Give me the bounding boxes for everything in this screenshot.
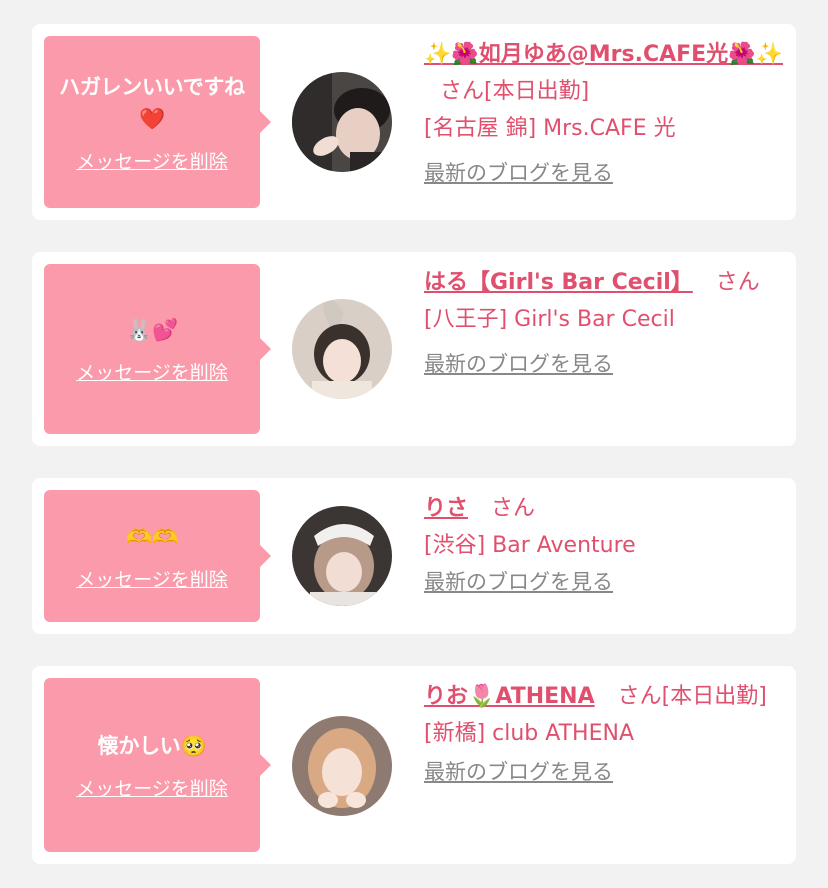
message-text: 🫶🫶 (126, 524, 178, 549)
delete-message-link[interactable]: メッセージを削除 (76, 565, 228, 592)
shop-name: [新橋] club ATHENA (424, 721, 634, 746)
cast-info: りお🌷ATHENA さん[本日出勤] [新橋] club ATHENA 最新のブ… (424, 678, 784, 791)
avatar[interactable] (292, 506, 392, 606)
work-status: [本日出勤] (661, 684, 767, 709)
shop-name: [渋谷] Bar Aventure (424, 533, 636, 558)
message-card: ハガレンいいですね❤️ メッセージを削除 ✨🌺如月ゆあ@Mrs.CAFE光🌺✨ … (32, 24, 796, 220)
honorific: さん (715, 270, 760, 295)
message-card: 懐かしい🥺 メッセージを削除 りお🌷ATHENA さん[本日出勤] [新橋] c… (32, 666, 796, 864)
latest-blog-link[interactable]: 最新のブログを見る (424, 161, 613, 185)
message-text: ハガレンいいですね❤️ (59, 74, 245, 131)
cast-name-link[interactable]: ✨🌺如月ゆあ@Mrs.CAFE光🌺✨ (424, 42, 783, 67)
cast-info: りさ さん [渋谷] Bar Aventure 最新のブログを見る (424, 490, 784, 601)
latest-blog-link[interactable]: 最新のブログを見る (424, 570, 613, 594)
cast-name-link[interactable]: りさ (424, 496, 468, 521)
delete-message-link[interactable]: メッセージを削除 (76, 358, 228, 385)
message-text: 懐かしい🥺 (97, 733, 207, 758)
shop-name: [八王子] Girl's Bar Cecil (424, 307, 675, 332)
latest-blog-link[interactable]: 最新のブログを見る (424, 760, 613, 784)
message-bubble: ハガレンいいですね❤️ メッセージを削除 (44, 36, 271, 208)
cast-info: ✨🌺如月ゆあ@Mrs.CAFE光🌺✨ さん[本日出勤] [名古屋 錦] Mrs.… (424, 36, 784, 192)
message-text: 🐰💕 (126, 317, 178, 342)
avatar[interactable] (292, 716, 392, 816)
message-bubble: 懐かしい🥺 メッセージを削除 (44, 678, 271, 852)
delete-message-link[interactable]: メッセージを削除 (76, 147, 228, 174)
message-card: 🫶🫶 メッセージを削除 りさ さん [渋谷] Bar Aventure 最新のブ… (32, 478, 796, 634)
message-bubble: 🫶🫶 メッセージを削除 (44, 490, 271, 622)
honorific: さん (617, 684, 662, 709)
work-status: [本日出勤] (484, 79, 590, 104)
cast-name-link[interactable]: はる【Girl's Bar Cecil】 (424, 270, 693, 295)
cast-name-link[interactable]: りお🌷ATHENA (424, 684, 595, 709)
avatar[interactable] (292, 299, 392, 399)
latest-blog-link[interactable]: 最新のブログを見る (424, 352, 613, 376)
message-bubble: 🐰💕 メッセージを削除 (44, 264, 271, 434)
shop-name: [名古屋 錦] Mrs.CAFE 光 (424, 116, 676, 141)
honorific: さん (491, 496, 536, 521)
cast-info: はる【Girl's Bar Cecil】 さん [八王子] Girl's Bar… (424, 264, 784, 383)
avatar[interactable] (292, 72, 392, 172)
honorific: さん (440, 79, 485, 104)
message-card: 🐰💕 メッセージを削除 はる【Girl's Bar Cecil】 さん [八王子… (32, 252, 796, 446)
delete-message-link[interactable]: メッセージを削除 (76, 774, 228, 801)
